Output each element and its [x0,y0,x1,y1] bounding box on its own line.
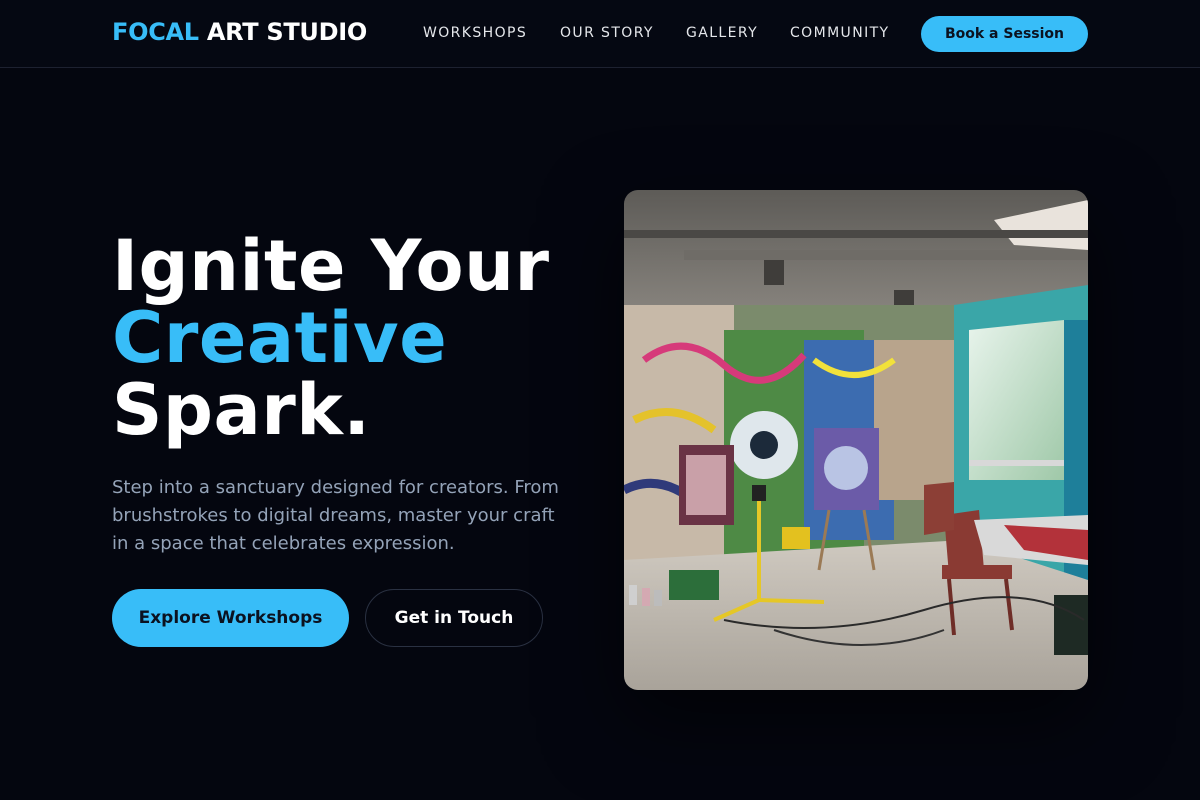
hero-title-line-3: Spark. [112,369,371,451]
hero-title-line-1: Ignite Your [112,225,550,307]
get-in-touch-button[interactable]: Get in Touch [365,589,543,647]
studio-photo-illustration [624,190,1088,690]
hero-description: Step into a sanctuary designed for creat… [112,477,559,554]
nav-link-our-story[interactable]: OUR STORY [560,25,654,41]
nav-link-community[interactable]: COMMUNITY [790,25,890,41]
book-session-button[interactable]: Book a Session [921,16,1088,52]
hero-title: Ignite Your Creative Spark. [112,230,550,446]
studio-photo [624,190,1088,690]
top-navbar: FOCAL ART STUDIO WORKSHOPS OUR STORY GAL… [0,0,1200,68]
explore-workshops-button[interactable]: Explore Workshops [112,589,349,647]
hero-title-line-2: Creative [112,297,448,379]
nav-link-workshops[interactable]: WORKSHOPS [423,25,527,41]
nav-link-gallery[interactable]: GALLERY [686,25,758,41]
